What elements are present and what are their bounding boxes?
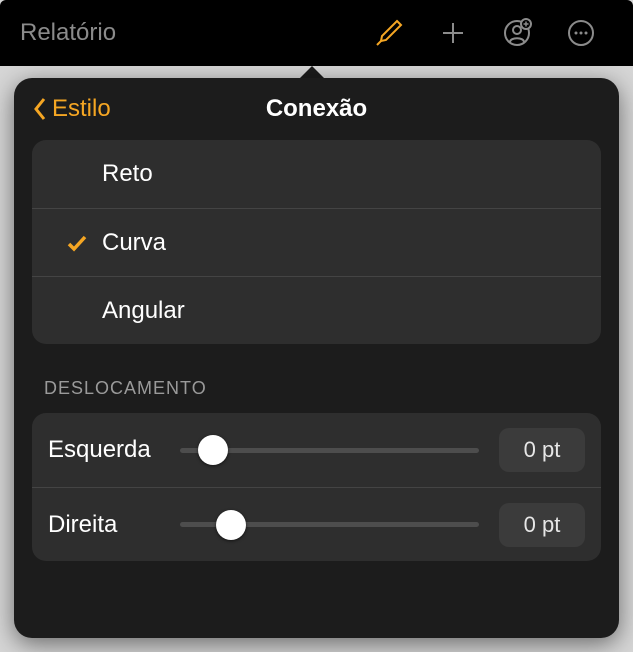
brush-icon [374, 18, 404, 48]
offset-right-label: Direita [48, 511, 180, 539]
connection-type-angular[interactable]: Angular [32, 276, 601, 344]
offset-left-value[interactable]: 0 pt [499, 428, 585, 472]
person-plus-icon [502, 18, 532, 48]
back-button[interactable]: Estilo [32, 95, 111, 123]
ellipsis-circle-icon [566, 18, 596, 48]
option-label: Angular [102, 297, 185, 325]
chevron-left-icon [32, 96, 48, 122]
format-brush-button[interactable] [357, 0, 421, 66]
document-title: Relatório [20, 19, 116, 47]
popover-title: Conexão [32, 95, 601, 123]
offset-controls: Esquerda 0 pt Direita 0 pt [32, 413, 601, 561]
connection-type-curva[interactable]: Curva [32, 208, 601, 276]
option-label: Reto [102, 160, 153, 188]
slider-thumb[interactable] [216, 510, 246, 540]
connection-type-list: Reto Curva Angular [32, 140, 601, 344]
offset-right-row: Direita 0 pt [32, 487, 601, 561]
offset-right-value[interactable]: 0 pt [499, 503, 585, 547]
slider-thumb[interactable] [198, 435, 228, 465]
offset-section-header: DESLOCAMENTO [44, 378, 601, 399]
offset-left-row: Esquerda 0 pt [32, 413, 601, 487]
insert-button[interactable] [421, 0, 485, 66]
offset-left-label: Esquerda [48, 436, 180, 464]
connection-popover: Estilo Conexão Reto Curva [14, 78, 619, 638]
offset-right-slider[interactable] [180, 510, 479, 540]
more-button[interactable] [549, 0, 613, 66]
collaborate-button[interactable] [485, 0, 549, 66]
connection-type-reto[interactable]: Reto [32, 140, 601, 208]
offset-left-slider[interactable] [180, 435, 479, 465]
checkmark-icon [52, 231, 102, 255]
back-label: Estilo [52, 95, 111, 123]
plus-icon [438, 18, 468, 48]
popover-header: Estilo Conexão [32, 78, 601, 140]
option-label: Curva [102, 229, 166, 257]
top-toolbar: Relatório [0, 0, 633, 66]
